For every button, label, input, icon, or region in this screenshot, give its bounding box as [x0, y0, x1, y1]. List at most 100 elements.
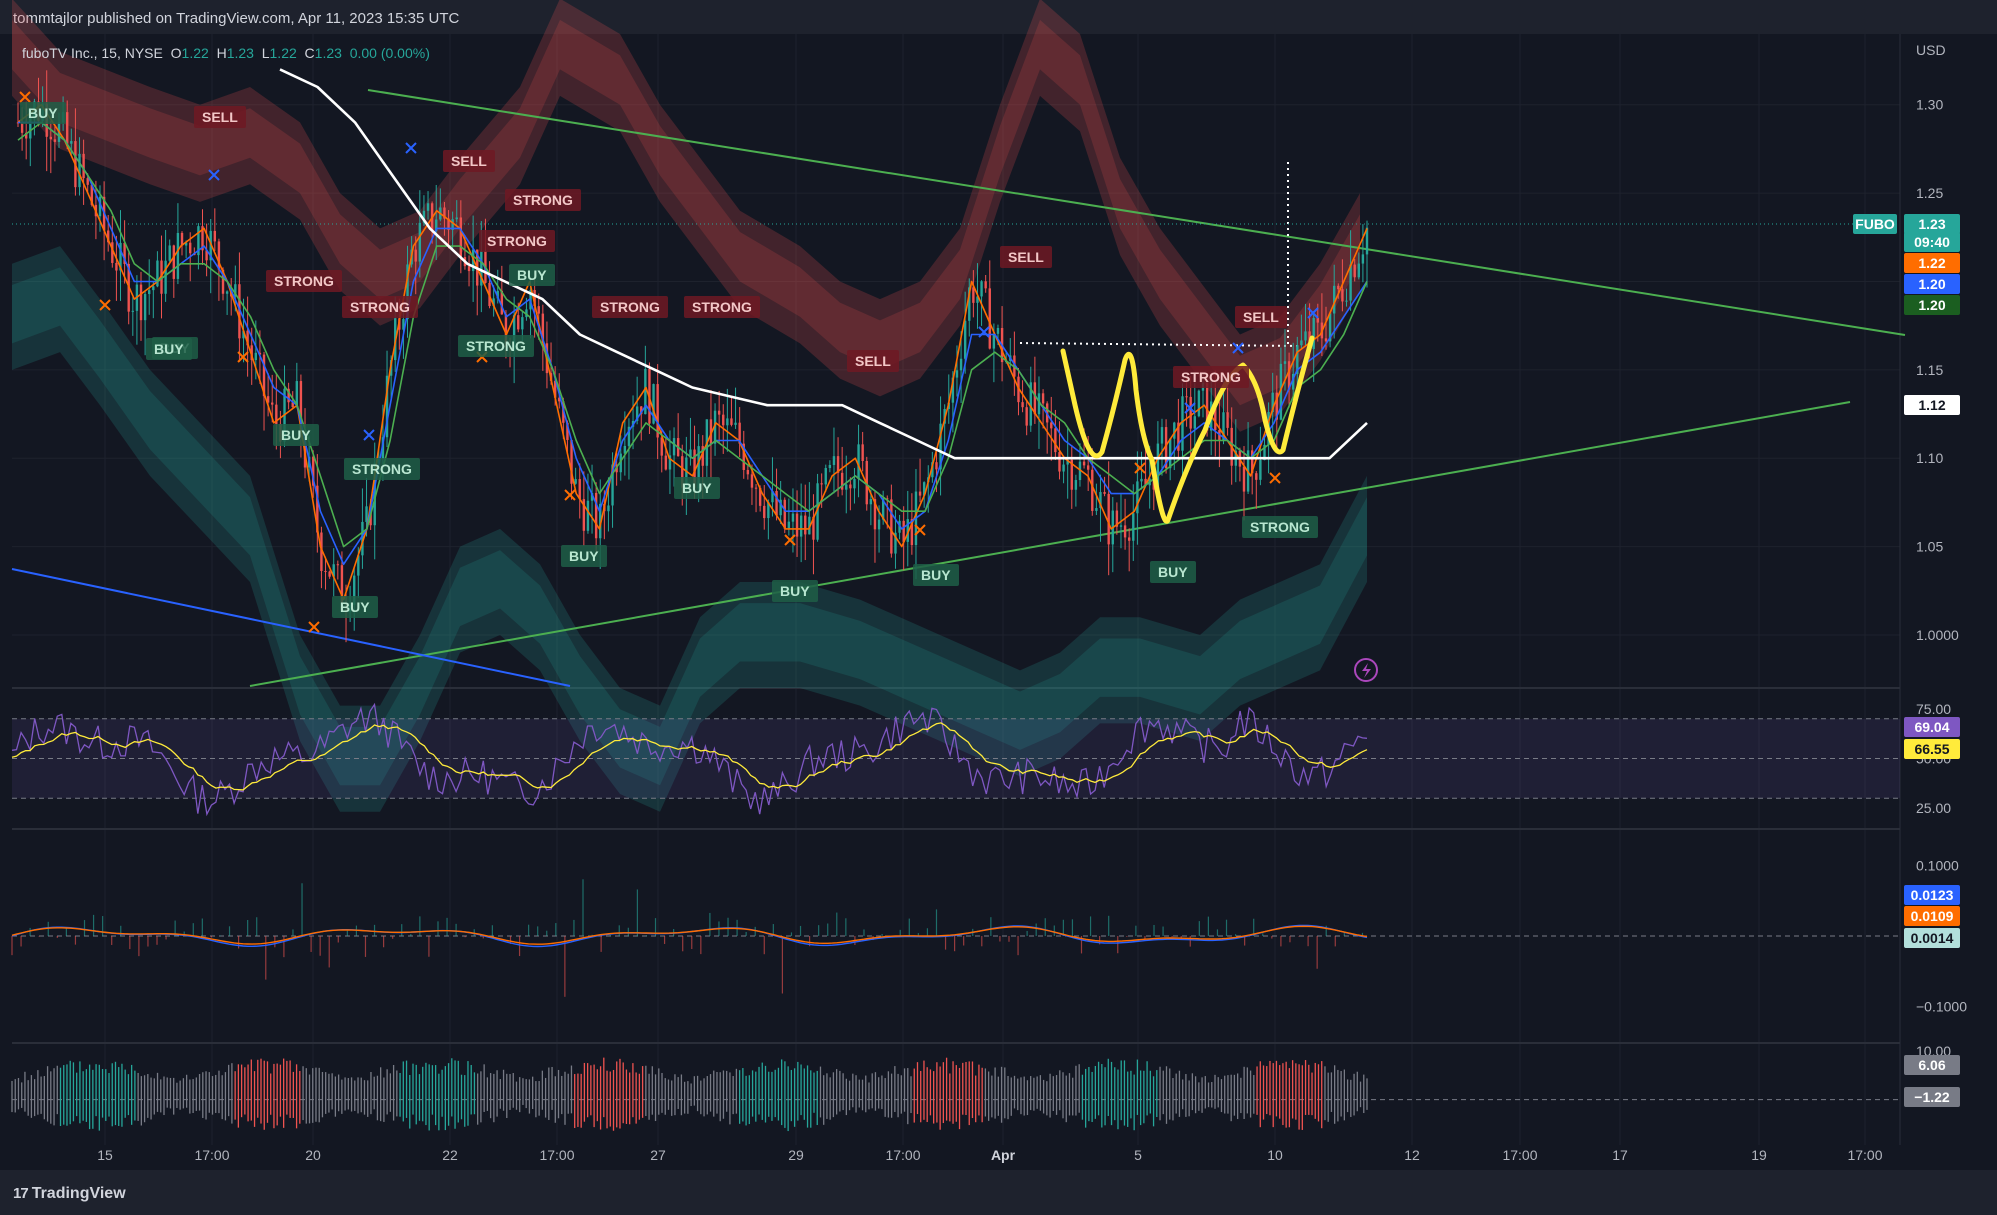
candle-body [1189, 396, 1192, 429]
signal-tag-sell: STRONG [592, 296, 668, 318]
symbol-tag: FUBO [1855, 216, 1895, 232]
time-tick: 29 [788, 1147, 804, 1163]
candle-body [1300, 340, 1303, 346]
candle-body [763, 505, 766, 519]
chart-canvas[interactable]: 75.0050.0025.000.1000−0.100010.00 USD1.3… [0, 0, 1997, 1215]
time-tick: 12 [1404, 1147, 1420, 1163]
candle-body [1082, 461, 1086, 466]
candle-body [271, 402, 274, 405]
signal-tag-buy: BUY [913, 564, 959, 586]
logo-glyph: 17 [13, 1185, 29, 1202]
candle-body [168, 245, 171, 261]
indicator-panels: 75.0050.0025.000.1000−0.100010.00 [11, 701, 1967, 1132]
candle-body [1136, 481, 1139, 514]
signal-tag-buy: BUY [674, 477, 720, 499]
signal-tag-sell: SELL [1000, 246, 1052, 268]
candle-body [1107, 493, 1110, 545]
candle-body [586, 500, 590, 531]
rsi-ma-label: 66.55 [1914, 741, 1949, 757]
candle-body [455, 217, 458, 220]
candle-body [176, 232, 180, 279]
candle-body [1054, 428, 1057, 453]
time-tick: 10 [1267, 1147, 1283, 1163]
price-tick: 1.25 [1916, 185, 1943, 201]
candle-body [857, 444, 860, 480]
candle-body [172, 245, 176, 279]
candle-body [959, 358, 963, 371]
last-price-label: 1.23 [1918, 216, 1945, 232]
candle-body [1058, 452, 1061, 472]
candle-body [1353, 264, 1356, 278]
macd-value-label: 0.0123 [1911, 887, 1954, 903]
ema-orange-label: 1.22 [1918, 255, 1945, 271]
candle-body [1304, 331, 1307, 341]
candle-body [746, 469, 750, 475]
price-axis[interactable]: USD 1.30 1.25 1.20 1.15 1.10 1.05 1.0000 [1916, 42, 1959, 643]
price-tick: 1.0000 [1916, 627, 1959, 643]
signal-value-label: 0.0109 [1911, 908, 1954, 924]
candle-body [537, 306, 540, 314]
time-tick: 15 [97, 1147, 113, 1163]
signal-tag-buy: BUY [1150, 561, 1196, 583]
candle-body [799, 515, 803, 537]
candle-body [414, 249, 417, 262]
candle-body [1341, 289, 1344, 302]
candle-body [849, 484, 852, 489]
candle-body [861, 444, 864, 462]
rsi-value-label: 69.04 [1914, 719, 1949, 735]
candle-body [1103, 492, 1106, 494]
price-tick: 1.15 [1916, 362, 1943, 378]
candle-body [1140, 478, 1143, 482]
signal-tag-sell: STRONG [684, 296, 760, 318]
candle-body [1160, 427, 1164, 444]
lightning-glyph [1362, 663, 1371, 678]
signal-tag-sell: SELL [443, 150, 495, 172]
candle-body [869, 499, 873, 505]
cross-marker [564, 489, 576, 501]
symbol-title: fuboTV Inc., 15, NYSE [22, 45, 163, 61]
candle-body [1349, 264, 1352, 301]
candle-body [152, 286, 155, 291]
candle-body [672, 438, 676, 456]
tradingview-logo[interactable]: 17 TradingView [13, 1185, 126, 1203]
candle-body [824, 468, 827, 485]
signal-tag-sell: STRONG [342, 296, 418, 318]
price-labels: FUBO 1.23 09:40 1.22 1.20 1.20 1.12 69.04 66.55 0… [1853, 214, 1960, 1107]
signal-tag-sell: STRONG [1173, 366, 1249, 388]
candle-body [426, 203, 430, 211]
candle-body [521, 317, 524, 330]
signal-tag-sell: STRONG [266, 270, 342, 292]
candle-body [984, 281, 987, 289]
candle-body [918, 491, 922, 496]
candle-body [988, 288, 991, 349]
time-tick: 22 [442, 1147, 458, 1163]
signal-tag-buy: STRONG [1242, 516, 1318, 538]
candle-body [164, 260, 167, 294]
candle-body [607, 505, 610, 512]
close-value: 1.23 [314, 45, 342, 61]
time-tick: 17:00 [1847, 1147, 1882, 1163]
candle-body [1361, 254, 1365, 264]
price-tick: 1.05 [1916, 539, 1943, 555]
candle-body [324, 571, 327, 573]
candle-body [717, 410, 721, 415]
candle-body [1193, 416, 1196, 429]
signal-tag-buy: STRONG [344, 458, 420, 480]
signal-tag-buy: BUY [273, 424, 319, 446]
candle-body [20, 122, 24, 133]
candle-body [53, 139, 57, 142]
candle-body [1119, 525, 1123, 527]
rsi-tick: 75.00 [1916, 701, 1951, 717]
osc-value-label: 6.06 [1918, 1057, 1945, 1073]
candle-body [853, 479, 856, 489]
candle-body [115, 262, 118, 271]
candle-body [418, 222, 422, 262]
candle-body [143, 294, 147, 321]
candle-body [1259, 460, 1262, 480]
time-axis[interactable]: 15 17:00 20 22 17:00 27 29 17:00 Apr 5 10 12 17:00 17… [97, 1147, 1883, 1163]
signal-tag-buy: BUY [20, 102, 66, 124]
candle-body [139, 284, 143, 321]
candle-body [804, 515, 807, 535]
candle-body [1123, 525, 1127, 538]
signal-tag-sell: SELL [194, 106, 246, 128]
